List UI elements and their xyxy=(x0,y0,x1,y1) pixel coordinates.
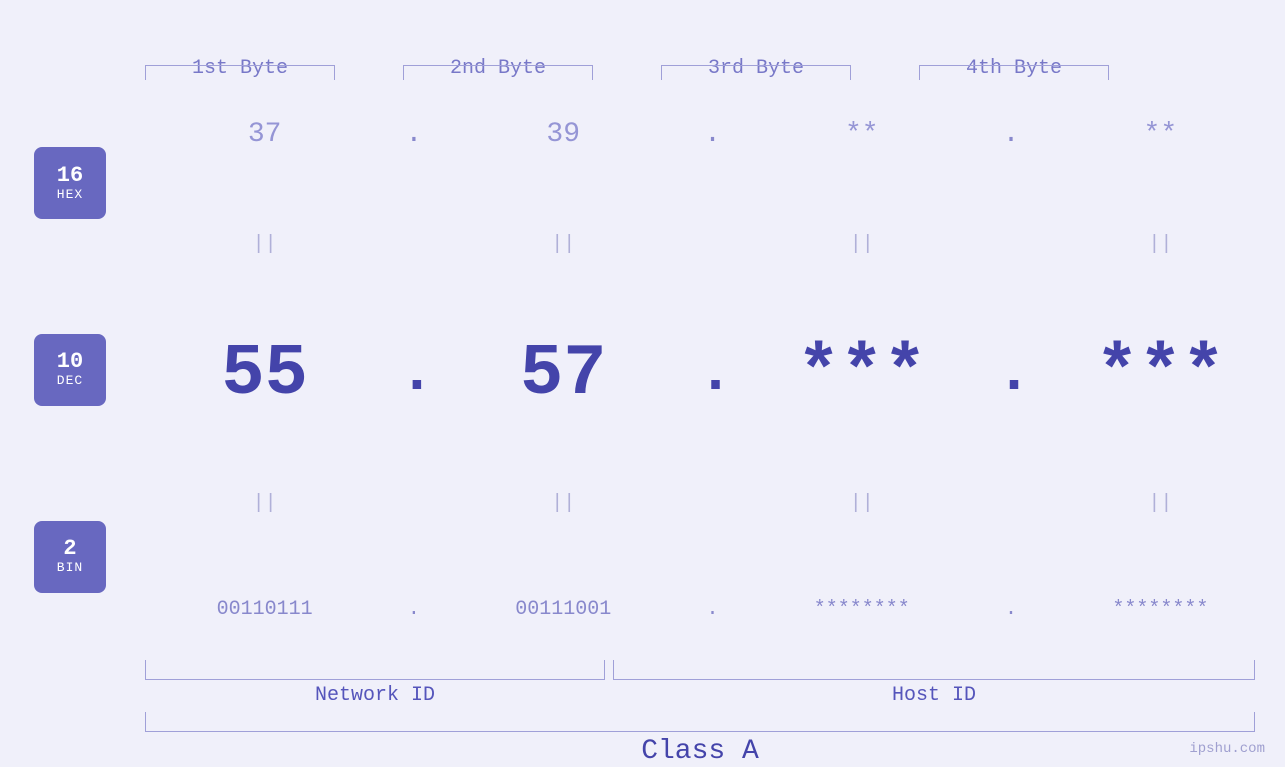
id-bracket-lines xyxy=(145,660,1255,680)
hex-row: 37 . 39 . ** . ** xyxy=(140,119,1285,150)
dec-badge-number: 10 xyxy=(57,351,83,373)
dec-badge-label: DEC xyxy=(57,373,83,388)
class-bracket-line xyxy=(145,712,1255,732)
hex-dot1: . xyxy=(399,119,429,150)
dec-badge: 10 DEC xyxy=(34,334,106,406)
bin-b2: 00111001 xyxy=(468,598,658,621)
bin-dot3: . xyxy=(996,598,1026,621)
sep2-b4: || xyxy=(1065,492,1255,515)
main-layout: 1st Byte 2nd Byte 3rd Byte 4th Byte 16 H… xyxy=(0,0,1285,767)
bin-badge: 2 BIN xyxy=(34,521,106,593)
badges-column: 16 HEX 10 DEC 2 BIN xyxy=(0,80,140,660)
network-id-label: Network ID xyxy=(145,684,605,707)
hex-dot2: . xyxy=(697,119,727,150)
dec-b1: 55 xyxy=(170,338,360,410)
dec-dot1: . xyxy=(399,344,429,404)
sep1-b4: || xyxy=(1065,233,1255,256)
dec-b2: 57 xyxy=(468,338,658,410)
sep-row-2: || || || || xyxy=(140,489,1285,519)
bin-b1: 00110111 xyxy=(170,598,360,621)
dec-dot2: . xyxy=(697,344,727,404)
watermark: ipshu.com xyxy=(1189,741,1265,757)
hex-b4: ** xyxy=(1065,119,1255,150)
bin-row: 00110111 . 00111001 . ******** . *******… xyxy=(140,598,1285,621)
hex-badge-number: 16 xyxy=(57,165,83,187)
values-grid: 37 . 39 . ** . ** || || || || 55 xyxy=(140,80,1285,660)
hex-b3: ** xyxy=(767,119,957,150)
class-bracket-area: Class A xyxy=(145,712,1255,767)
network-id-bracket xyxy=(145,660,605,680)
hex-b1: 37 xyxy=(170,119,360,150)
data-section: 16 HEX 10 DEC 2 BIN 37 . 39 . ** . ** xyxy=(0,80,1285,660)
host-id-label: Host ID xyxy=(613,684,1255,707)
bin-b4: ******** xyxy=(1065,598,1255,621)
hex-dot3: . xyxy=(996,119,1026,150)
dec-row: 55 . 57 . *** . *** xyxy=(140,338,1285,410)
bin-dot1: . xyxy=(399,598,429,621)
dec-b3: *** xyxy=(767,338,957,410)
host-id-bracket xyxy=(613,660,1255,680)
bin-badge-number: 2 xyxy=(63,538,76,560)
sep1-b2: || xyxy=(468,233,658,256)
sep2-b3: || xyxy=(767,492,957,515)
hex-b2: 39 xyxy=(468,119,658,150)
sep2-b1: || xyxy=(170,492,360,515)
sep1-b3: || xyxy=(767,233,957,256)
hex-badge: 16 HEX xyxy=(34,147,106,219)
hex-badge-label: HEX xyxy=(57,187,83,202)
dec-dot3: . xyxy=(996,344,1026,404)
bin-b3: ******** xyxy=(767,598,957,621)
bin-badge-label: BIN xyxy=(57,560,83,575)
class-label: Class A xyxy=(145,736,1255,767)
dec-b4: *** xyxy=(1065,338,1255,410)
sep2-b2: || xyxy=(468,492,658,515)
id-brackets-area: Network ID Host ID xyxy=(145,660,1255,707)
bin-dot2: . xyxy=(697,598,727,621)
id-labels-row: Network ID Host ID xyxy=(145,684,1255,707)
sep1-b1: || xyxy=(170,233,360,256)
sep-row-1: || || || || xyxy=(140,229,1285,259)
